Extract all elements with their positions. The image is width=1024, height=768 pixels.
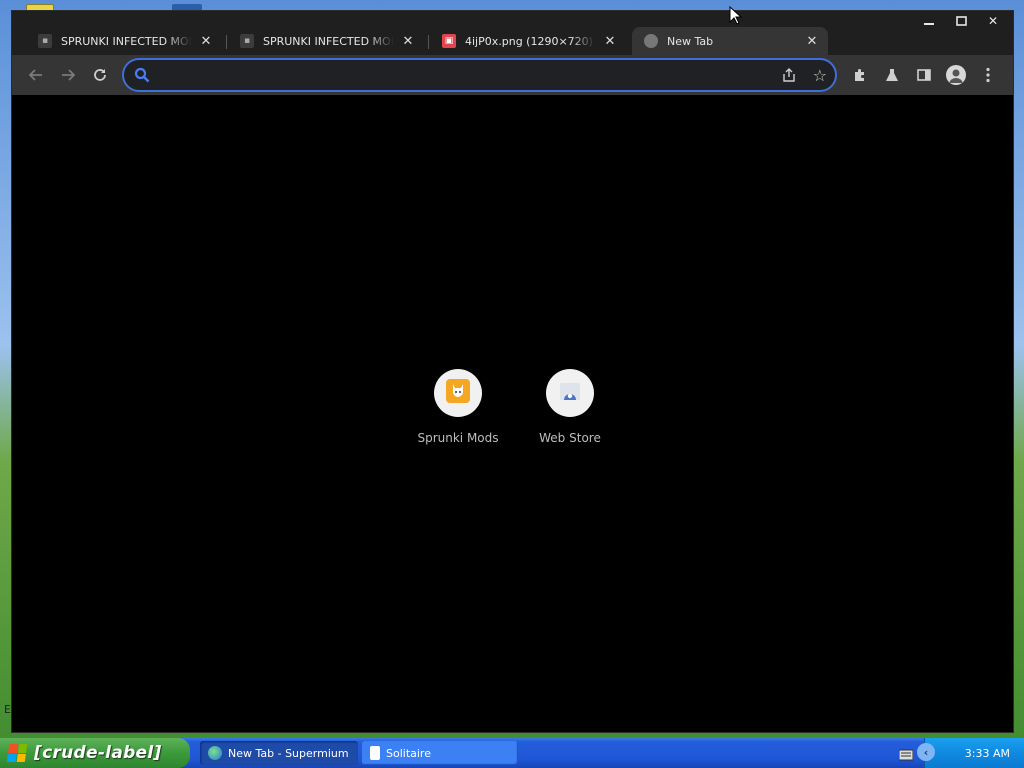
- start-label: [crude-label]: [34, 743, 162, 763]
- shortcut-icon-circle: [434, 369, 482, 417]
- back-icon[interactable]: [24, 63, 48, 87]
- close-tab-icon[interactable]: ✕: [602, 34, 618, 49]
- close-window-icon[interactable]: ✕: [977, 13, 1009, 29]
- close-tab-icon[interactable]: ✕: [198, 34, 214, 49]
- tab-title: SPRUNKI INFECTED MOD by: [61, 34, 192, 48]
- browser-toolbar: ☆: [12, 55, 1013, 95]
- profile-avatar[interactable]: [944, 63, 968, 87]
- tab-sprunki-2[interactable]: ▪ SPRUNKI INFECTED MOD by ✕: [228, 27, 424, 55]
- tab-new-tab[interactable]: New Tab ✕: [632, 27, 828, 55]
- shortcut-label: Web Store: [539, 431, 601, 445]
- shortcut-label: Sprunki Mods: [417, 431, 499, 445]
- menu-kebab-icon[interactable]: [976, 63, 1000, 87]
- solitaire-icon: [370, 746, 380, 760]
- taskbar-item-label: Solitaire: [386, 746, 431, 760]
- taskbar-item-label: New Tab - Supermium: [228, 746, 349, 760]
- web-store-icon: [558, 379, 582, 407]
- address-bar[interactable]: ☆: [122, 58, 837, 92]
- image-favicon-icon: ▣: [442, 34, 456, 48]
- taskbar-item-supermium[interactable]: New Tab - Supermium: [200, 741, 358, 765]
- shortcut-sprunki-mods[interactable]: Sprunki Mods: [402, 369, 514, 445]
- reload-icon[interactable]: [88, 63, 112, 87]
- close-tab-icon[interactable]: ✕: [400, 34, 416, 49]
- globe-favicon-icon: [644, 34, 658, 48]
- sprunki-favicon-icon: ▪: [240, 34, 254, 48]
- minimize-icon[interactable]: [913, 13, 945, 29]
- desktop-icon-label: E: [4, 703, 11, 716]
- labs-flask-icon[interactable]: [880, 63, 904, 87]
- tab-title: 4ijP0x.png (1290×720): [465, 34, 593, 48]
- shortcut-icon-circle: [546, 369, 594, 417]
- address-input[interactable]: [158, 65, 772, 87]
- sprunki-favicon-icon: ▪: [38, 34, 52, 48]
- tab-title: New Tab: [667, 34, 714, 48]
- sprunki-mods-icon: [446, 379, 470, 407]
- shortcut-web-store[interactable]: Web Store: [514, 369, 626, 445]
- bookmark-star-icon[interactable]: ☆: [813, 66, 827, 85]
- search-icon: [134, 67, 150, 87]
- avatar-icon: [946, 65, 966, 85]
- windows-logo-icon: [6, 744, 28, 762]
- tab-separator: [226, 35, 227, 49]
- tab-separator: [428, 35, 429, 49]
- tab-sprunki-1[interactable]: ▪ SPRUNKI INFECTED MOD by ✕: [26, 27, 222, 55]
- taskbar-item-solitaire[interactable]: Solitaire: [362, 741, 518, 765]
- clock: 3:33 AM: [964, 746, 1010, 760]
- close-tab-icon[interactable]: ✕: [804, 34, 820, 49]
- system-tray: ‹ 3:33 AM: [898, 738, 1024, 768]
- shortcut-tiles: Sprunki Mods Web Store: [402, 369, 626, 445]
- extensions-puzzle-icon[interactable]: [848, 63, 872, 87]
- mouse-cursor-icon: [729, 5, 743, 30]
- side-panel-icon[interactable]: [912, 63, 936, 87]
- tab-strip: ▪ SPRUNKI INFECTED MOD by ✕ ▪ SPRUNKI IN…: [12, 11, 1013, 55]
- tray-expand-icon[interactable]: ‹: [917, 743, 935, 761]
- window-controls: ✕: [913, 13, 1009, 29]
- forward-icon[interactable]: [56, 63, 80, 87]
- taskbar: [crude-label] New Tab - Supermium Solita…: [0, 738, 1024, 768]
- share-icon[interactable]: [781, 67, 797, 87]
- tab-title: SPRUNKI INFECTED MOD by: [263, 34, 394, 48]
- maximize-icon[interactable]: [945, 13, 977, 29]
- supermium-icon: [208, 746, 222, 760]
- browser-window: ▪ SPRUNKI INFECTED MOD by ✕ ▪ SPRUNKI IN…: [11, 10, 1014, 733]
- tab-image[interactable]: ▣ 4ijP0x.png (1290×720) ✕: [430, 27, 626, 55]
- start-button[interactable]: [crude-label]: [0, 738, 190, 768]
- keyboard-icon[interactable]: [898, 746, 914, 765]
